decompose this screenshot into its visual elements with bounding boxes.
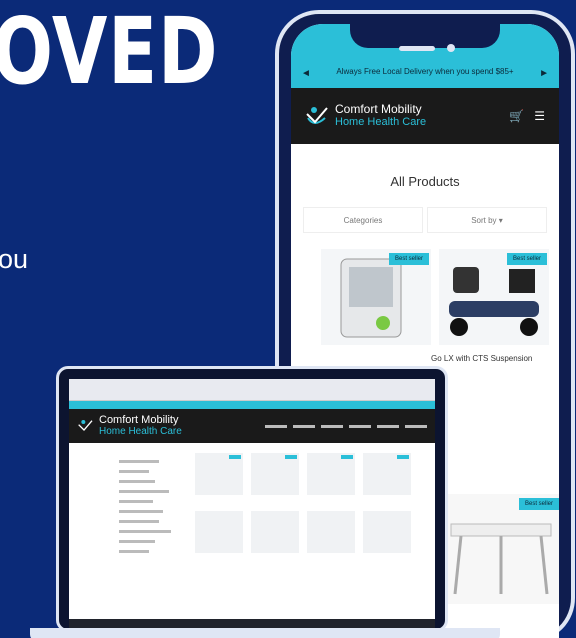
laptop-header: Comfort Mobility Home Health Care <box>69 409 435 443</box>
sort-filter[interactable]: Sort by ▾ <box>427 207 547 233</box>
camera-icon <box>447 44 455 52</box>
laptop-sidebar[interactable] <box>119 453 189 560</box>
laptop-mockup: Comfort Mobility Home Health Care <box>56 366 448 632</box>
laptop-promo-bar <box>69 401 435 409</box>
wheelchair-logo-icon <box>78 420 93 431</box>
laptop-product-card[interactable] <box>307 453 355 495</box>
arrow-left-icon[interactable]: ◄ <box>301 68 311 80</box>
arrow-right-icon[interactable]: ► <box>539 68 549 80</box>
laptop-product-grid <box>195 453 411 560</box>
product-card-transfer-bench[interactable]: Best seller <box>441 494 559 604</box>
laptop-product-card[interactable] <box>195 453 243 495</box>
bestseller-badge: Best seller <box>388 253 429 265</box>
brand-logo[interactable]: Comfort Mobility Home Health Care <box>305 103 426 129</box>
bestseller-badge: Best seller <box>518 498 559 510</box>
laptop-product-card[interactable] <box>195 510 243 553</box>
promo-bar: ◄ Always Free Local Delivery when you sp… <box>291 64 559 88</box>
brand-sub: Home Health Care <box>335 116 427 128</box>
laptop-brand-logo[interactable]: Comfort Mobility Home Health Care <box>77 415 182 437</box>
phone-notch <box>350 24 500 48</box>
laptop-base <box>30 628 500 638</box>
transfer-bench-image <box>450 523 552 595</box>
promo-text: Always Free Local Delivery when you spen… <box>336 67 514 76</box>
laptop-product-card[interactable] <box>251 510 299 553</box>
brand-name: Comfort Mobility <box>335 102 422 116</box>
page-title: All Products <box>390 174 460 189</box>
wheelchair-logo-icon <box>306 107 328 124</box>
product-card-scooter[interactable]: Best seller <box>439 249 549 345</box>
laptop-brand-sub: Home Health Care <box>99 426 182 437</box>
laptop-product-card[interactable] <box>251 453 299 495</box>
laptop-nav[interactable] <box>265 424 427 428</box>
headline: OVED <box>0 0 219 105</box>
laptop-product-card[interactable] <box>307 510 355 553</box>
phone-status-area <box>291 24 559 64</box>
phone-header: Comfort Mobility Home Health Care 🛒 ☰ <box>291 88 559 144</box>
categories-filter[interactable]: Categories <box>303 207 423 233</box>
hamburger-menu-icon[interactable]: ☰ <box>534 109 545 123</box>
product-card-blood-pressure[interactable]: Best seller <box>321 249 431 345</box>
bestseller-badge: Best seller <box>506 253 547 265</box>
cart-icon[interactable]: 🛒 <box>509 109 524 123</box>
laptop-product-card[interactable] <box>363 510 411 553</box>
laptop-brand-name: Comfort Mobility <box>99 414 179 426</box>
product-caption: Go LX with CTS Suspension <box>431 354 533 363</box>
side-text: ou <box>0 244 29 274</box>
browser-toolbar[interactable] <box>69 379 435 401</box>
laptop-product-card[interactable] <box>363 453 411 495</box>
speaker-icon <box>399 46 435 51</box>
laptop-screen: Comfort Mobility Home Health Care <box>69 379 435 629</box>
